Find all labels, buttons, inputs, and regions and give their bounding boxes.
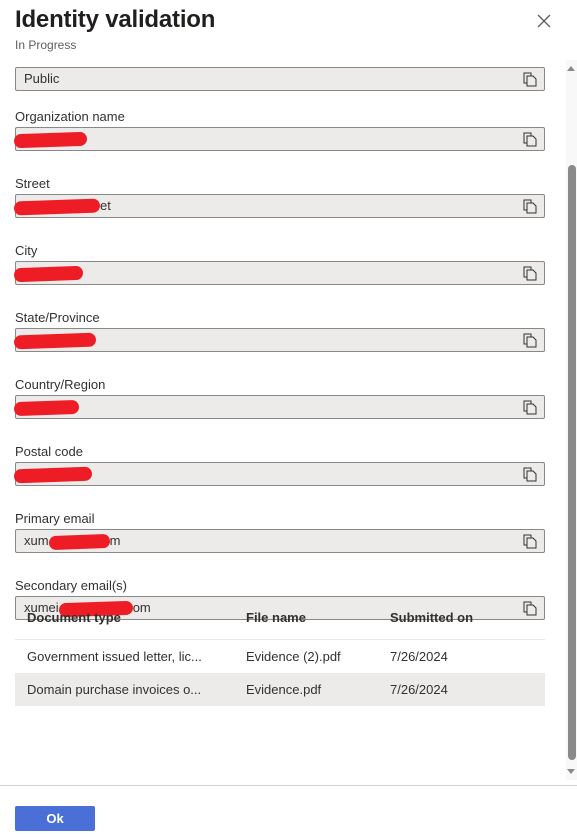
organization-name-field[interactable] — [13, 127, 545, 151]
scroll-down-icon[interactable] — [567, 769, 575, 774]
document-type-cell: Government issued letter, lic... — [27, 649, 202, 664]
column-file-name[interactable]: File name — [246, 610, 390, 625]
copy-icon[interactable] — [523, 266, 537, 281]
file-name-cell: Evidence.pdf — [246, 682, 322, 697]
scrollbar-thumb[interactable] — [568, 165, 576, 760]
street-field[interactable]: et — [13, 194, 545, 218]
status-text: In Progress — [15, 38, 77, 52]
copy-icon[interactable] — [523, 400, 537, 415]
field-4: State/Province — [13, 308, 545, 352]
submitted-on-cell: 7/26/2024 — [390, 682, 448, 697]
city-label: City — [15, 243, 38, 258]
state-province-field[interactable] — [13, 328, 545, 352]
file-name-cell: Evidence (2).pdf — [246, 649, 341, 664]
submitted-on-cell: 7/26/2024 — [390, 649, 448, 664]
redaction-mark — [48, 533, 110, 550]
document-type-cell: Domain purchase invoices o... — [27, 682, 202, 697]
documents-table: Document type File name Submitted on Gov… — [15, 595, 545, 706]
redaction-mark — [13, 466, 93, 483]
value-field[interactable]: Public — [15, 67, 545, 91]
scroll-up-icon[interactable] — [567, 66, 575, 71]
copy-icon[interactable] — [523, 199, 537, 214]
state-province-label: State/Province — [15, 310, 100, 325]
field-1: Organization name — [13, 107, 545, 151]
postal-code-label: Postal code — [15, 444, 83, 459]
street-label: Street — [15, 176, 50, 191]
copy-icon[interactable] — [523, 534, 537, 549]
primary-email-field[interactable]: xum m — [15, 529, 545, 553]
table-row[interactable]: Government issued letter, lic... Evidenc… — [15, 640, 545, 673]
copy-icon[interactable] — [523, 132, 537, 147]
primary-email-label: Primary email — [15, 511, 95, 526]
redaction-mark — [13, 265, 84, 282]
field-7: Primary email xum m — [15, 509, 545, 553]
value-prefix: xum — [24, 533, 49, 548]
field-3: City — [13, 241, 545, 285]
value-suffix: m — [109, 533, 121, 548]
copy-icon[interactable] — [523, 467, 537, 482]
organization-name-label: Organization name — [15, 109, 125, 124]
field-2: Street et — [13, 174, 545, 218]
field-5: Country/Region — [13, 375, 545, 419]
redaction-mark — [13, 198, 101, 216]
redaction-mark — [13, 332, 97, 349]
copy-icon[interactable] — [523, 333, 537, 348]
column-submitted-on[interactable]: Submitted on — [390, 610, 540, 625]
value-label — [15, 60, 545, 67]
column-document-type[interactable]: Document type — [27, 610, 246, 625]
country-region-label: Country/Region — [15, 377, 106, 392]
ok-button[interactable]: Ok — [15, 806, 95, 831]
page-title: Identity validation — [15, 6, 216, 33]
postal-code-field[interactable] — [13, 462, 545, 486]
country-region-field[interactable] — [13, 395, 545, 419]
redaction-mark — [13, 131, 88, 148]
redaction-mark — [13, 399, 80, 416]
vertical-scrollbar[interactable] — [566, 60, 577, 780]
value-suffix: et — [100, 198, 111, 213]
field-6: Postal code — [13, 442, 545, 486]
field-0: Public — [15, 60, 545, 91]
footer-divider — [0, 785, 577, 786]
table-row[interactable]: Domain purchase invoices o... Evidence.p… — [15, 673, 545, 706]
city-field[interactable] — [13, 261, 545, 285]
copy-icon[interactable] — [523, 72, 537, 87]
value-prefix: Public — [24, 71, 60, 86]
close-icon[interactable] — [535, 12, 553, 30]
table-header: Document type File name Submitted on — [15, 595, 545, 640]
secondary-email-s-label: Secondary email(s) — [15, 578, 127, 593]
